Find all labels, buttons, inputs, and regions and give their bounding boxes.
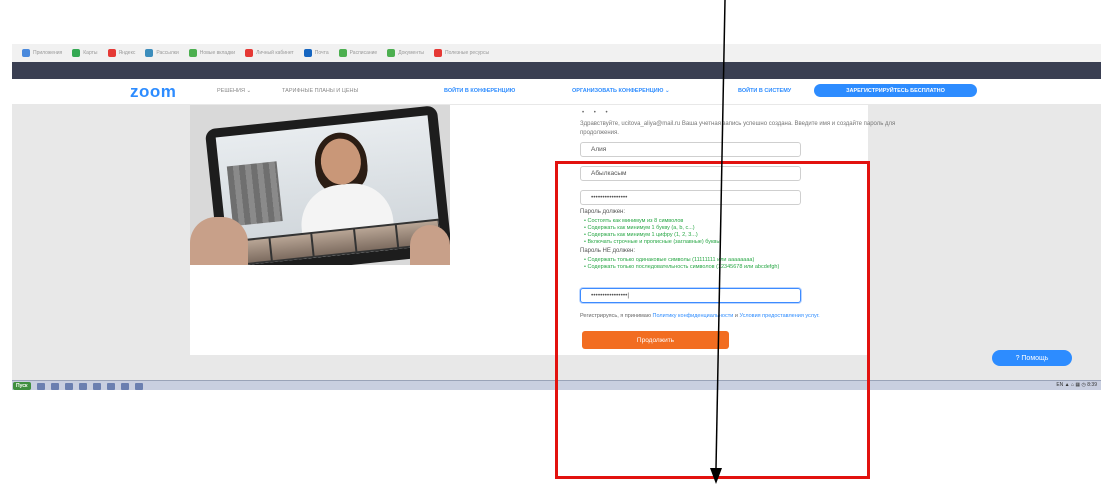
help-button[interactable]: ? Помощь [992,350,1072,366]
bookmark-item[interactable]: Документы [387,49,424,57]
taskbar-app-icon[interactable] [36,382,45,390]
bookmark-label: Приложения [33,50,63,56]
browser-strip [12,62,1101,79]
bookmark-item[interactable]: Яндекс [107,49,136,57]
bookmark-label: Яндекс [118,50,136,56]
bookmark-item[interactable]: Личный кабинет [245,49,294,57]
bookmark-favicon-icon [22,49,30,57]
start-button[interactable]: Пуск [13,382,31,390]
bookmark-label: Карты [83,50,98,56]
bookmark-favicon-icon [338,49,347,57]
first-name-field[interactable]: Алия [580,142,801,157]
taskbar-app-icon[interactable] [78,382,87,390]
bookmark-item[interactable]: Полезные ресурсы [433,49,490,57]
taskbar-app-icon[interactable] [64,382,73,390]
bookmark-item[interactable]: Почта [303,49,329,57]
left-hand [190,217,248,265]
taskbar-app-icon[interactable] [134,382,143,390]
bookmark-label: Расписание [349,50,378,56]
step-dots: • • • [582,110,612,116]
bookmark-item[interactable]: Новые вкладки [188,49,236,57]
taskbar-app-icon[interactable] [106,382,115,390]
tablet-screen [215,115,442,265]
bookmark-favicon-icon [188,49,197,57]
pointer-arrow-annotation [710,0,726,484]
bookmark-label: Рассылки [156,50,179,56]
bookmark-favicon-icon [433,49,442,57]
office-shelf [226,161,283,227]
taskbar-app-icon[interactable] [120,382,129,390]
bookmark-label: Полезные ресурсы [444,50,490,56]
participant-thumb [270,234,313,261]
nav-plans[interactable]: ТАРИФНЫЕ ПЛАНЫ И ЦЕНЫ [282,88,358,94]
taskbar-app-icon[interactable] [50,382,59,390]
bookmark-favicon-icon [72,49,81,57]
bookmark-item[interactable]: Расписание [338,49,378,57]
bookmark-favicon-icon [303,49,312,57]
bookmark-label: Почта [314,50,329,56]
participant-thumb [312,229,356,256]
bookmark-favicon-icon [387,49,396,57]
right-hand [410,225,450,265]
participant-thumb [354,225,398,252]
taskbar-app-icon[interactable] [92,382,101,390]
bookmark-label: Документы [398,50,424,56]
system-tray: EN ▲ ⌂ ▦ ◷ 8:39 [1056,382,1097,388]
bookmark-label: Новые вкладки [199,50,236,56]
nav-solutions[interactable]: РЕШЕНИЯ ⌄ [217,88,251,94]
bookmark-favicon-icon [245,49,254,57]
bookmark-item[interactable]: Карты [72,49,98,57]
hero-image [190,105,450,265]
bookmark-favicon-icon [145,49,154,57]
zoom-logo[interactable]: zoom [130,82,176,102]
nav-join-meeting[interactable]: ВОЙТИ В КОНФЕРЕНЦИЮ [444,88,515,94]
nav-sign-in[interactable]: ВОЙТИ В СИСТЕМУ [738,88,791,94]
bookmark-favicon-icon [107,49,116,57]
zoom-nav: zoom РЕШЕНИЯ ⌄ ТАРИФНЫЕ ПЛАНЫ И ЦЕНЫ ВОЙ… [12,79,1101,105]
arrowhead-icon [710,468,722,484]
arrow-line [715,0,726,469]
bookmark-item[interactable]: Приложения [22,49,62,57]
bookmark-item[interactable]: Рассылки [145,49,179,57]
intro-text: Здравствуйте, ucitova_aliya@mail.ru Ваша… [580,121,896,136]
nav-host-meeting[interactable]: ОРГАНИЗОВАТЬ КОНФЕРЕНЦИЮ ⌄ [572,88,670,94]
sign-up-free-button[interactable]: ЗАРЕГИСТРИРУЙТЕСЬ БЕСПЛАТНО [814,84,977,97]
bookmarks-bar: Приложения Карты Яндекс Рассылки Новые вклад… [12,44,1101,63]
bookmark-label: Личный кабинет [256,50,294,56]
